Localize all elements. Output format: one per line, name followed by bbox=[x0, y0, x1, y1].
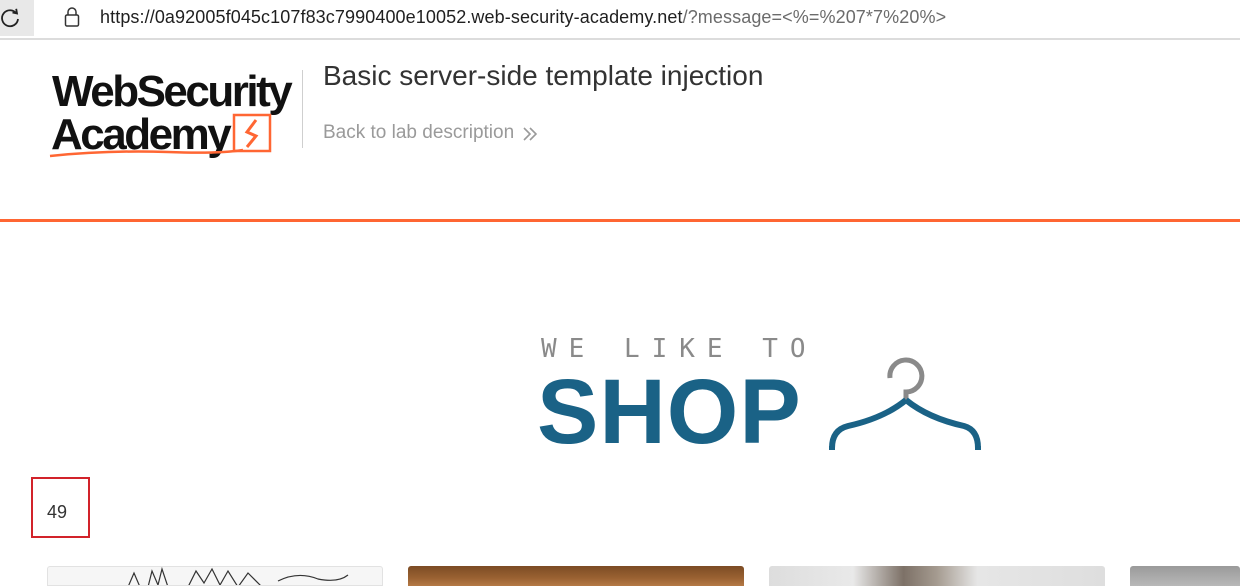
product-image[interactable] bbox=[769, 566, 1105, 586]
url-field[interactable]: https://0a92005f045c107f83c7990400e10052… bbox=[44, 0, 1240, 36]
web-security-academy-logo[interactable]: WebSecurity Academy bbox=[48, 66, 304, 162]
back-link-label: Back to lab description bbox=[323, 122, 515, 143]
header-accent-rule bbox=[0, 219, 1240, 222]
url-text: https://0a92005f045c107f83c7990400e10052… bbox=[100, 7, 946, 28]
sketch-image bbox=[128, 567, 349, 585]
svg-text:WebSecurity: WebSecurity bbox=[52, 67, 293, 116]
shop-tagline: WE LIKE TO bbox=[541, 334, 818, 364]
double-chevron-right-icon bbox=[523, 127, 538, 141]
shop-wordmark: SHOP bbox=[537, 361, 802, 463]
template-result: 49 bbox=[47, 502, 68, 522]
product-image[interactable] bbox=[47, 566, 383, 586]
url-host: https://0a92005f045c107f83c7990400e10052… bbox=[100, 7, 683, 27]
header-divider bbox=[302, 70, 303, 148]
clothes-hanger-icon bbox=[829, 357, 981, 450]
browser-address-bar: https://0a92005f045c107f83c7990400e10052… bbox=[0, 0, 1240, 40]
lock-icon bbox=[64, 7, 80, 27]
back-to-lab-description-link[interactable]: Back to lab description bbox=[323, 122, 538, 144]
reload-button[interactable] bbox=[0, 0, 34, 36]
lab-title: Basic server-side template injection bbox=[323, 60, 764, 91]
url-path: /?message=<%=%207*7%20%> bbox=[682, 7, 947, 27]
product-image[interactable] bbox=[408, 566, 744, 586]
product-image[interactable] bbox=[1130, 566, 1240, 586]
reload-icon bbox=[1, 8, 19, 28]
